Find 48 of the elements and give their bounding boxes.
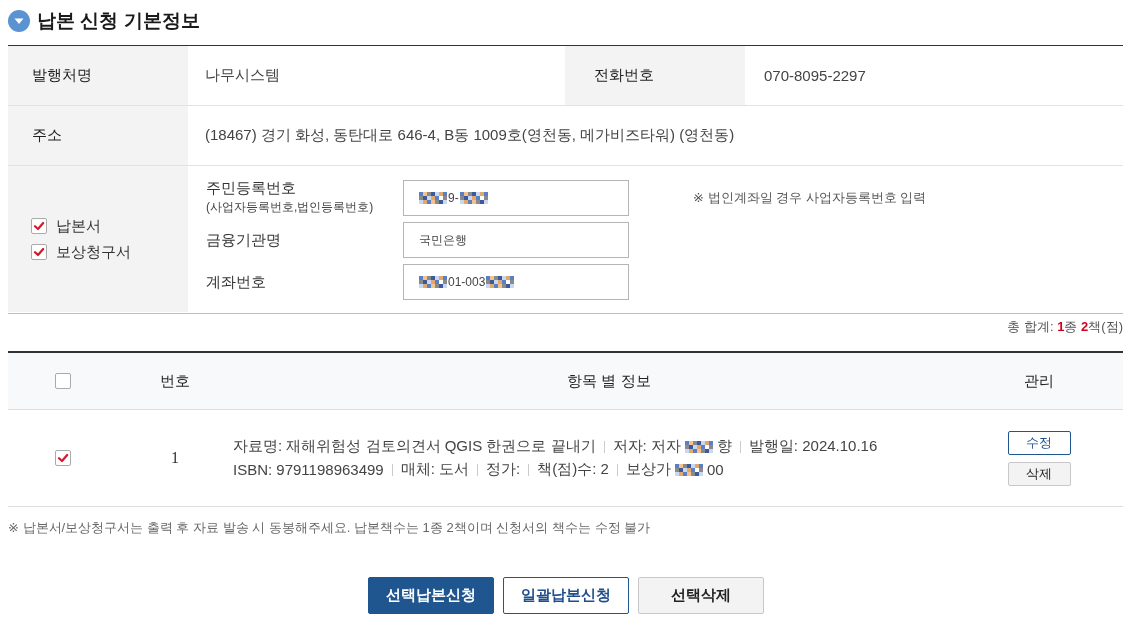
pixel-mosaic-icon [419, 276, 447, 288]
input-field[interactable]: 9- [403, 179, 629, 216]
section-title: 납본 신청 기본정보 [37, 9, 200, 33]
checkbox[interactable] [55, 373, 71, 389]
column-header: 항목 별 정보 [567, 371, 651, 391]
item-info-text: 저자: 저자 [612, 437, 681, 456]
field-value: (18467) 경기 화성, 동탄대로 646-4, B동 1009호(영천동, 메가비즈타워) (영천동) [188, 106, 1123, 166]
item-info-text: 책(점)수: 2 [537, 460, 609, 479]
item-info-text: 00 [706, 461, 724, 478]
action-button[interactable]: 일괄납본신청 [502, 577, 629, 614]
item-info-text: ISBN: 9791198963499 [233, 461, 384, 478]
item-info-text: 정가: [486, 460, 521, 479]
field-label-cell: 전화번호 [565, 46, 745, 106]
field-label-cell: 발행처명 [8, 46, 188, 106]
pixel-mosaic-icon [684, 440, 713, 453]
item-info-text: 매체: 도서 [400, 460, 470, 479]
input-field[interactable]: 01-003 [403, 264, 629, 300]
input-field[interactable]: 국민은행 [403, 222, 629, 258]
total-summary: 총 합계: 1종 2책(점) [1007, 318, 1123, 336]
checkbox-label: 납본서 [56, 216, 101, 236]
item-info-text: 자료명: 재해위험성 검토의견서 QGIS 한권으로 끝내기 [233, 437, 596, 456]
pixel-mosaic-icon [486, 276, 515, 288]
checkbox[interactable] [55, 450, 71, 466]
row-action-button[interactable]: 수정 [1007, 430, 1071, 455]
footnote-text: ※ 납본서/보상청구서는 출력 후 자료 발송 시 동봉해주세요. 납본책수는 1종 2책이며 신청서의 책수는 수정 불가 [8, 519, 652, 537]
checkbox-label: 보상청구서 [56, 242, 131, 262]
pixel-mosaic-icon [674, 463, 703, 476]
row-number: 1 [171, 449, 179, 467]
field-label: 주민등록번호 [206, 179, 297, 198]
row-action-button[interactable]: 삭제 [1007, 461, 1071, 486]
item-info-text: 발행일: 2024.10.16 [748, 437, 878, 456]
column-header: 번호 [160, 371, 190, 391]
item-info-text: 보상가 [625, 460, 671, 479]
pixel-mosaic-icon [459, 191, 488, 204]
field-label: 금융기관명 [206, 230, 282, 250]
column-header: 관리 [1024, 371, 1054, 391]
hint-text: ※ 법인계좌일 경우 사업자등록번호 입력 [692, 188, 928, 207]
field-sublabel: (사업자등록번호,법인등록번호) [206, 199, 375, 216]
action-button[interactable]: 선택삭제 [637, 577, 764, 614]
field-value: 070-8095-2297 [745, 46, 1123, 106]
checkbox[interactable] [31, 218, 47, 234]
dropdown-circle-icon [8, 10, 30, 32]
pixel-mosaic-icon [419, 191, 447, 204]
item-info-text: 향 [716, 437, 732, 456]
action-button[interactable]: 선택납본신청 [367, 577, 494, 614]
field-label-cell: 주소 [8, 106, 188, 166]
checkbox[interactable] [31, 244, 47, 260]
field-label: 계좌번호 [206, 272, 267, 292]
